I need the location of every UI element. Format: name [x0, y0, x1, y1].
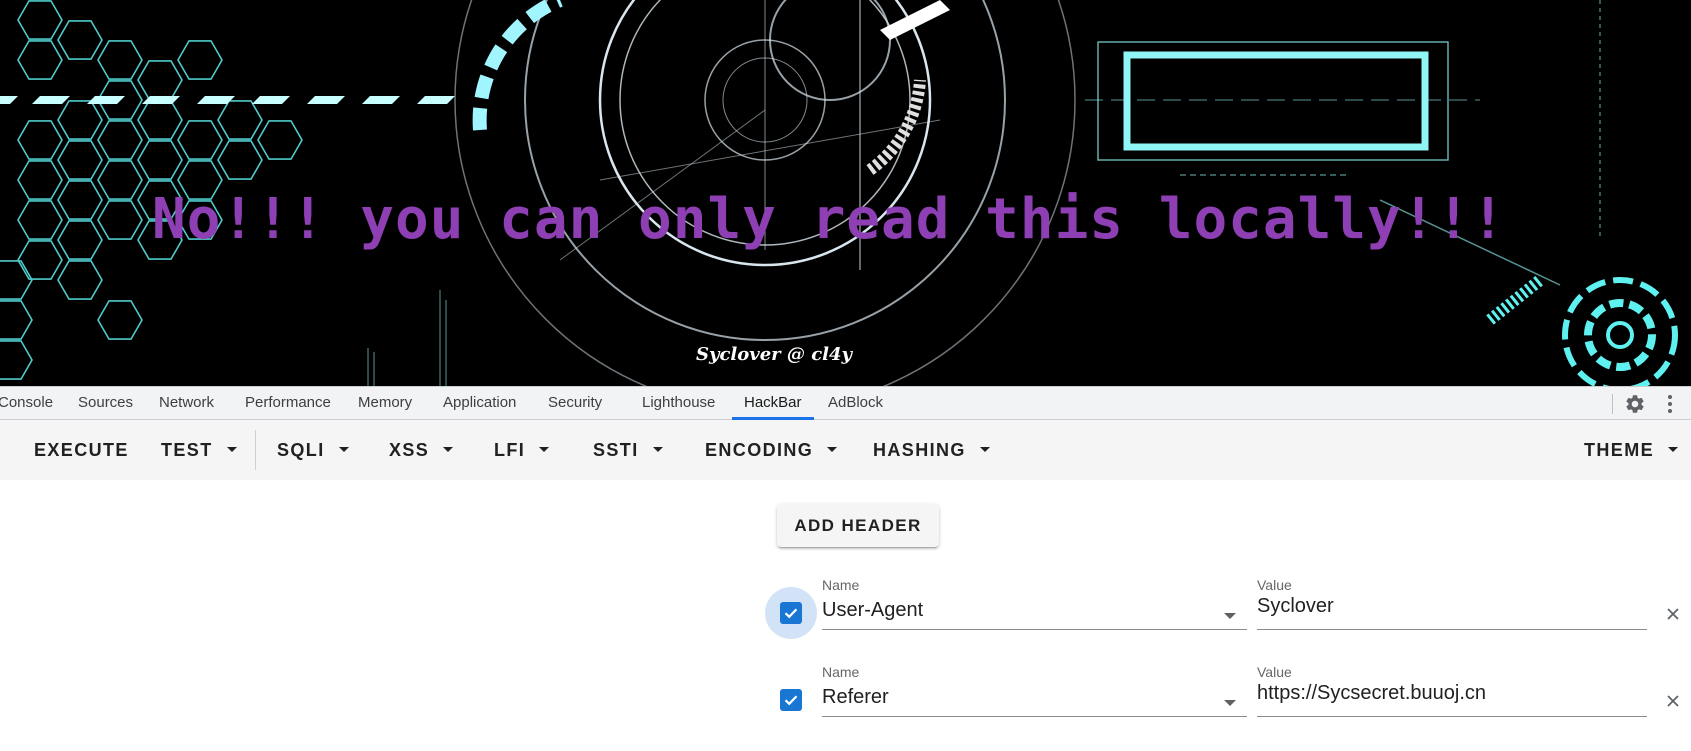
tab-console[interactable]: Console: [0, 387, 53, 419]
ssti-label: SSTI: [593, 440, 639, 460]
hexagon-decoration: [57, 180, 103, 220]
tab-memory[interactable]: Memory: [358, 387, 412, 419]
header-value-input[interactable]: https://Sycsecret.buuoj.cn: [1257, 682, 1486, 705]
chevron-down-icon: [338, 447, 349, 453]
tab-lighthouse[interactable]: Lighthouse: [642, 387, 715, 419]
tab-adblock[interactable]: AdBlock: [828, 387, 883, 419]
header-name-underline: [822, 629, 1247, 630]
lfi-label: LFI: [494, 440, 526, 460]
theme-label: THEME: [1584, 440, 1654, 460]
more-vertical-icon[interactable]: [1660, 393, 1680, 415]
header-name-underline: [822, 716, 1247, 717]
hexagon-decoration: [17, 0, 63, 40]
encoding-menu-button[interactable]: ENCODING: [705, 420, 838, 480]
header-value-input[interactable]: Syclover: [1257, 595, 1334, 618]
test-menu-button[interactable]: TEST: [161, 420, 237, 480]
tab-sources[interactable]: Sources: [78, 387, 133, 419]
close-icon[interactable]: [1666, 694, 1680, 708]
hexagon-decoration: [57, 100, 103, 140]
ssti-menu-button[interactable]: SSTI: [593, 420, 663, 480]
hexagon-decoration: [137, 60, 183, 100]
tab-application[interactable]: Application: [443, 387, 516, 419]
close-icon[interactable]: [1666, 607, 1680, 621]
hexagon-decoration: [0, 260, 33, 300]
header-enabled-checkbox[interactable]: [780, 689, 802, 711]
xss-menu-button[interactable]: XSS: [389, 420, 454, 480]
add-header-button[interactable]: ADD HEADER: [777, 504, 939, 547]
header-row: Name Referer Value https://Sycsecret.buu…: [0, 652, 1691, 722]
hexagon-decoration: [57, 220, 103, 260]
sqli-menu-button[interactable]: SQLI: [277, 420, 349, 480]
tab-hackbar[interactable]: HackBar: [732, 387, 813, 420]
hexagon-decoration: [177, 120, 223, 160]
execute-button[interactable]: EXECUTE: [34, 420, 129, 480]
page-viewport: No!!! you can only read this locally!!! …: [0, 0, 1691, 386]
hexagon-decoration: [137, 140, 183, 180]
execute-label: EXECUTE: [34, 440, 129, 460]
chevron-down-icon: [979, 447, 990, 453]
hexagon-decoration: [17, 240, 63, 280]
tab-security[interactable]: Security: [548, 387, 602, 419]
page-headline: No!!! you can only read this locally!!!: [152, 187, 1506, 252]
hashing-label: HASHING: [873, 440, 966, 460]
hexagon-decoration: [17, 200, 63, 240]
header-value-underline: [1257, 716, 1647, 717]
chevron-down-icon: [539, 447, 550, 453]
chevron-down-icon: [827, 447, 838, 453]
header-value-underline: [1257, 629, 1647, 630]
chevron-down-icon: [652, 447, 663, 453]
hexagon-decoration: [17, 120, 63, 160]
hackbar-toolbar: EXECUTE TEST SQLI XSS LFI SSTI ENCODING …: [0, 420, 1691, 480]
hexagon-decoration: [97, 40, 143, 80]
hexagon-decoration: [17, 40, 63, 80]
lfi-menu-button[interactable]: LFI: [494, 420, 550, 480]
hexagon-decoration: [57, 260, 103, 300]
hexagon-decoration: [137, 100, 183, 140]
chevron-down-icon: [443, 447, 454, 453]
hexagon-decoration: [217, 100, 263, 140]
header-value-label: Value: [1257, 664, 1292, 680]
hexagon-decoration: [0, 300, 33, 340]
header-name-input[interactable]: User-Agent: [822, 599, 923, 622]
header-value-label: Value: [1257, 577, 1292, 593]
header-name-input[interactable]: Referer: [822, 686, 889, 709]
header-name-label: Name: [822, 577, 860, 593]
hexagon-decoration: [97, 200, 143, 240]
tab-strip-divider: [1612, 394, 1613, 414]
chevron-down-icon: [1668, 447, 1678, 453]
hexagon-decoration: [57, 140, 103, 180]
theme-menu-button[interactable]: THEME: [1584, 420, 1678, 480]
header-row: Name User-Agent Value Syclover: [0, 565, 1691, 639]
hexagon-decoration: [177, 40, 223, 80]
hexagon-decoration: [0, 340, 33, 380]
gear-icon[interactable]: [1624, 393, 1646, 415]
test-label: TEST: [161, 440, 213, 460]
sqli-label: SQLI: [277, 440, 325, 460]
hexagon-decoration: [217, 140, 263, 180]
hexagon-decoration: [97, 160, 143, 200]
hexagon-decoration: [97, 300, 143, 340]
hexagon-decoration: [17, 160, 63, 200]
chevron-down-icon[interactable]: [1224, 613, 1236, 619]
chevron-down-icon[interactable]: [1224, 700, 1236, 706]
tab-performance[interactable]: Performance: [245, 387, 331, 419]
encoding-label: ENCODING: [705, 440, 814, 460]
xss-label: XSS: [389, 440, 430, 460]
hexagon-decoration: [57, 20, 103, 60]
page-signature: Syclover @ cl4y: [696, 344, 852, 365]
chevron-down-icon: [226, 447, 237, 453]
check-icon: [784, 695, 798, 706]
hexagon-decoration: [257, 120, 303, 160]
tab-network[interactable]: Network: [159, 387, 214, 419]
toolbar-separator: [255, 430, 256, 470]
hashing-menu-button[interactable]: HASHING: [873, 420, 990, 480]
hexagon-decoration: [97, 120, 143, 160]
check-icon: [784, 608, 798, 619]
header-enabled-checkbox[interactable]: [780, 602, 802, 624]
devtools-tab-strip: Console Sources Network Performance Memo…: [0, 386, 1691, 420]
header-name-label: Name: [822, 664, 860, 680]
